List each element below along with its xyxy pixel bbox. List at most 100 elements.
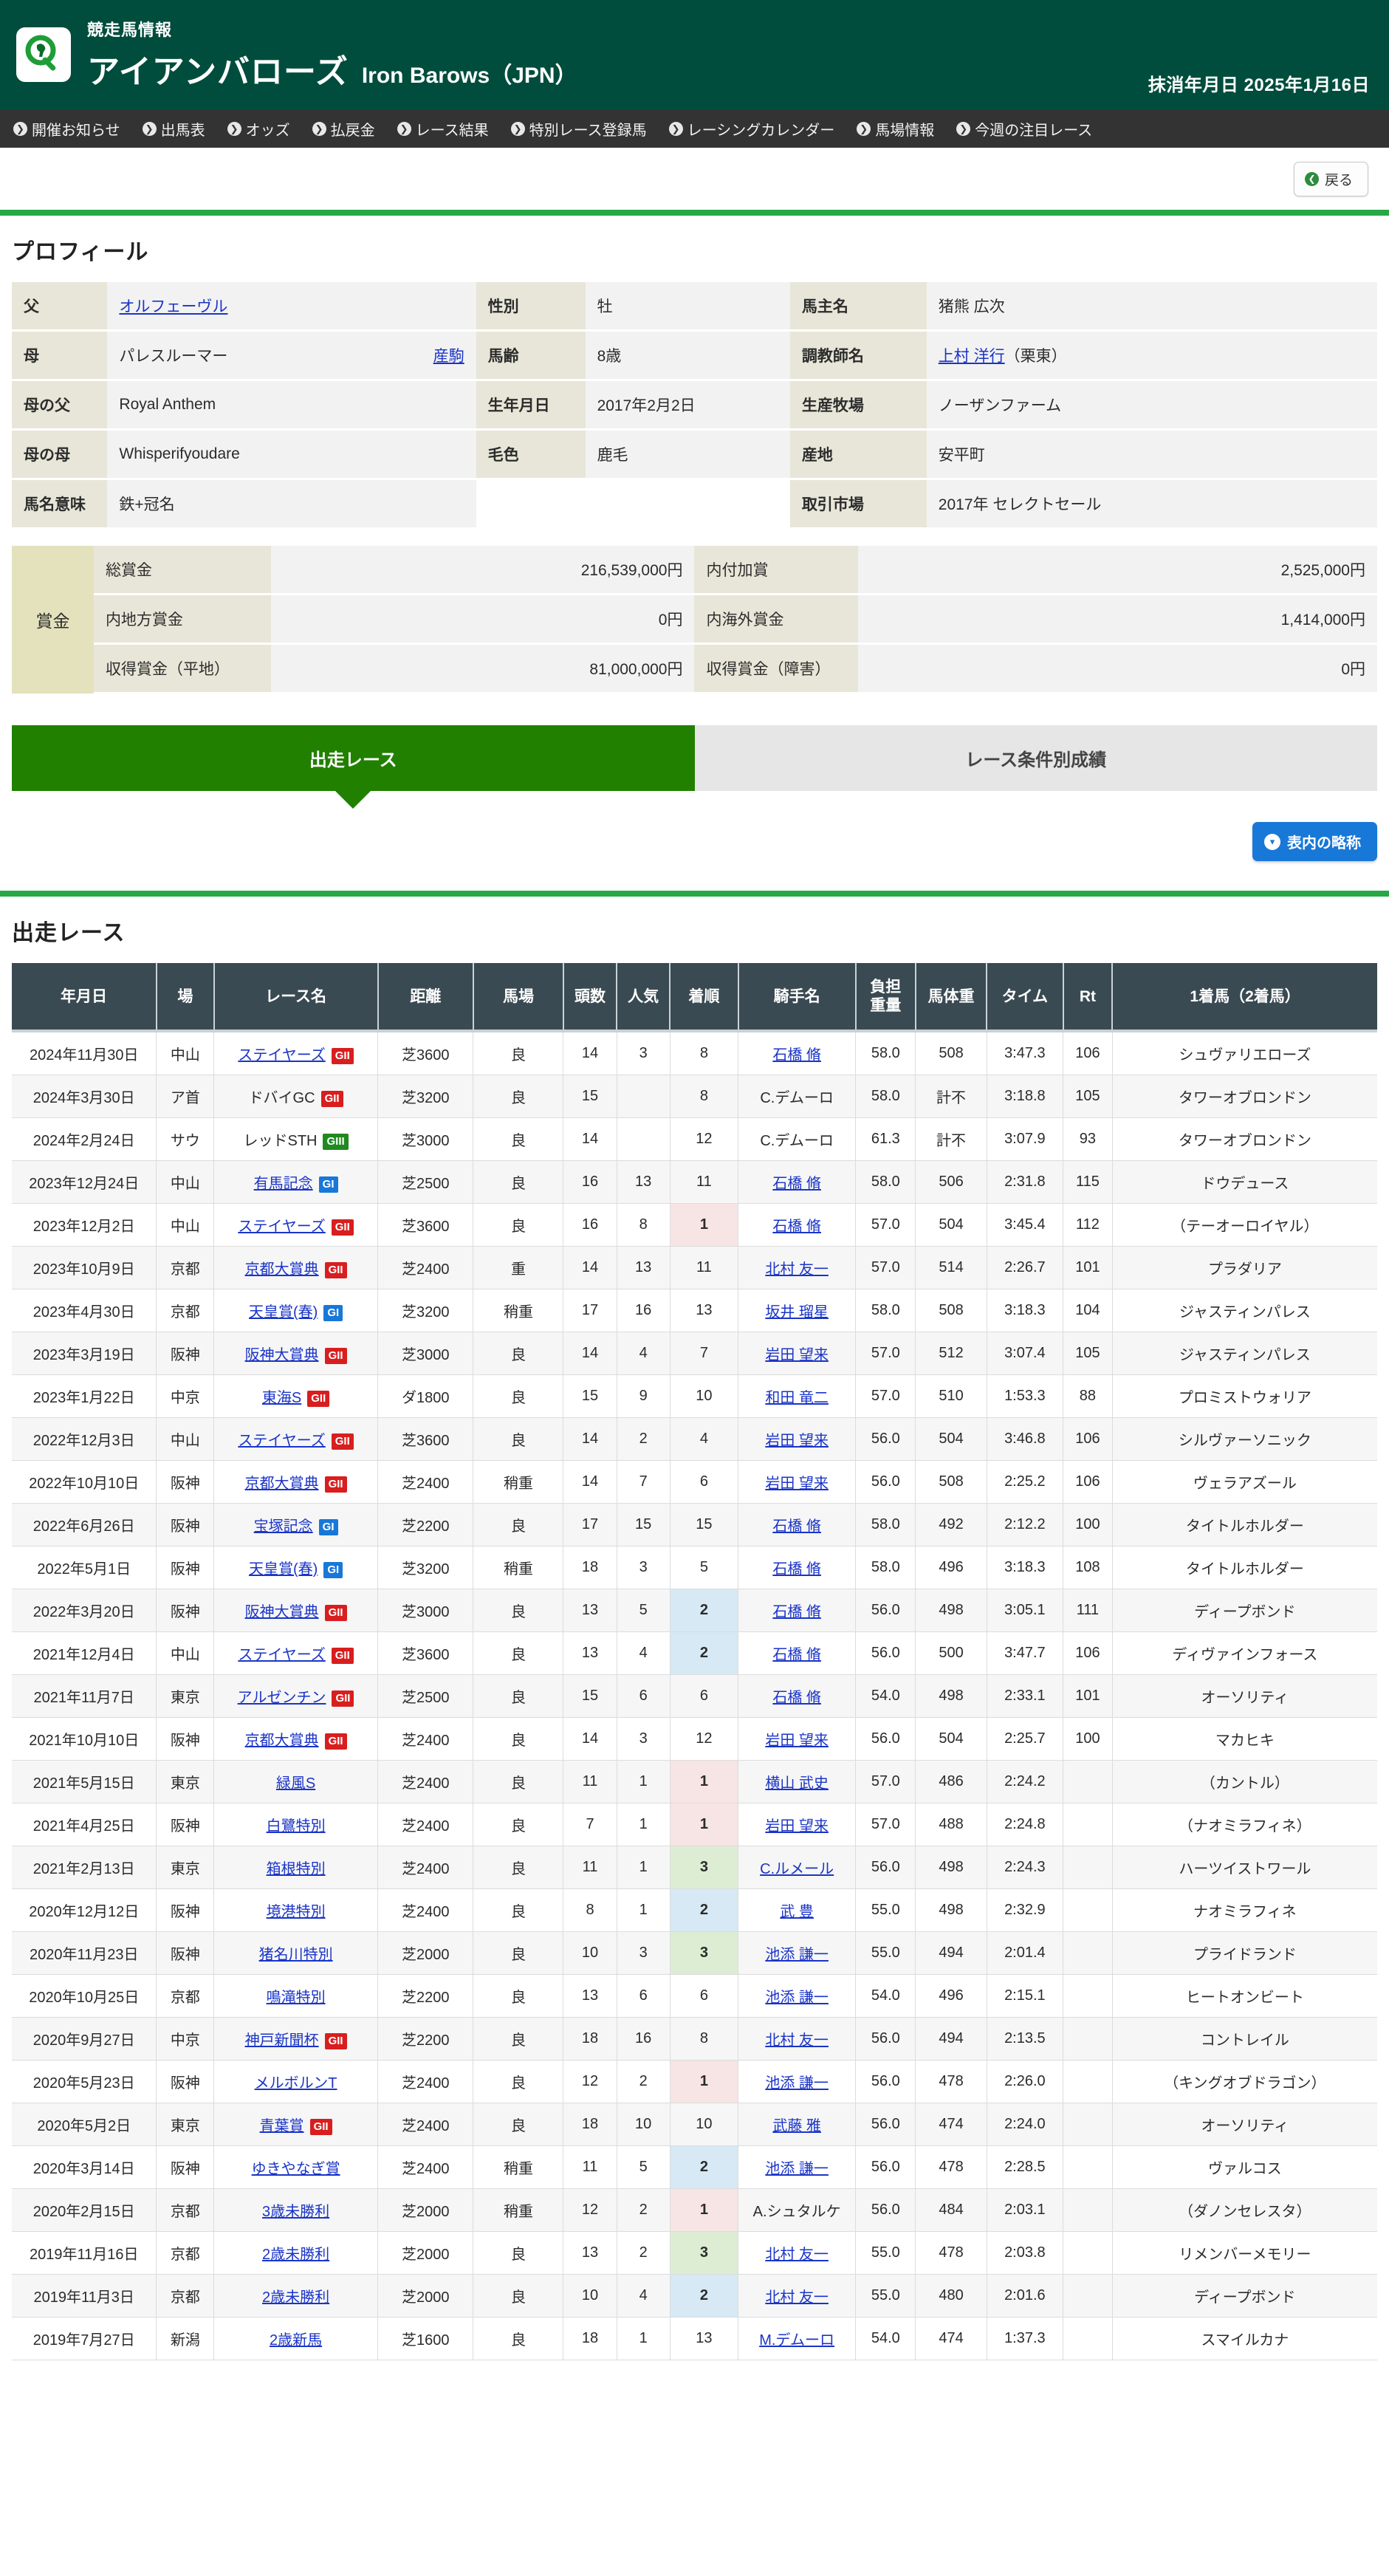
jockey-link[interactable]: 石橋 脩: [772, 1647, 821, 1663]
jockey-link[interactable]: 和田 竜二: [765, 1390, 829, 1406]
race-jockey-cell: 北村 友一: [738, 2231, 857, 2275]
jockey-link[interactable]: 岩田 望来: [765, 1347, 829, 1363]
jockey-link[interactable]: 池添 謙一: [765, 2075, 829, 2092]
race-name-link[interactable]: ステイヤーズ: [238, 1647, 325, 1663]
nav-item-7[interactable]: ❯ 馬場情報: [857, 118, 934, 140]
race-name-link[interactable]: 宝塚記念: [254, 1518, 313, 1535]
race-jockey-cell: 池添 謙一: [738, 2145, 857, 2190]
jockey-link[interactable]: M.デムーロ: [759, 2332, 834, 2349]
race-name-link[interactable]: ステイヤーズ: [238, 1219, 325, 1235]
nav-item-8[interactable]: ❯ 今週の注目レース: [956, 118, 1092, 140]
race-name-link[interactable]: 天皇賞(春): [249, 1304, 318, 1320]
race-field-size: 13: [563, 1974, 617, 2018]
race-name-link[interactable]: 阪神大賞典: [245, 1604, 319, 1620]
race-name-cell: ステイヤーズ GII: [213, 1203, 379, 1247]
race-distance: 芝2200: [377, 1974, 474, 2018]
offspring-link[interactable]: 産駒: [433, 344, 464, 366]
race-name-link[interactable]: 京都大賞典: [245, 1261, 319, 1278]
race-horse-weight: 512: [915, 1332, 987, 1376]
race-name-link[interactable]: 阪神大賞典: [245, 1347, 319, 1363]
nav-item-1[interactable]: ❯ 出馬表: [142, 118, 205, 140]
profile-value-text[interactable]: オルフェーヴル: [119, 295, 227, 317]
race-name-link[interactable]: 京都大賞典: [245, 1733, 319, 1749]
jockey-link[interactable]: 北村 友一: [765, 2032, 829, 2049]
race-name-link[interactable]: 東海S: [262, 1390, 301, 1406]
table-row: 2023年12月2日 中山 ステイヤーズ GII 芝3600 良 16 8 1 石橋 脩 57.0 5…: [12, 1203, 1377, 1247]
race-rating: 106: [1063, 1460, 1113, 1504]
jockey-link[interactable]: 石橋 脩: [772, 1690, 821, 1706]
race-name-link[interactable]: 2歳新馬: [270, 2332, 322, 2349]
race-name-link[interactable]: 箱根特別: [267, 1861, 326, 1877]
race-name-link[interactable]: 鳴滝特別: [267, 1990, 326, 2006]
jockey-link[interactable]: 岩田 望来: [765, 1733, 829, 1749]
race-name-link[interactable]: 2歳未勝利: [262, 2289, 329, 2306]
race-name-link[interactable]: 天皇賞(春): [249, 1561, 318, 1578]
jockey-link[interactable]: 北村 友一: [765, 1261, 829, 1278]
jockey-link[interactable]: 池添 謙一: [765, 1947, 829, 1963]
race-name-link[interactable]: メルボルンT: [255, 2075, 337, 2092]
race-name-cell: ステイヤーズ GII: [213, 1417, 379, 1462]
race-finish-position: 1: [670, 2060, 739, 2104]
jockey-link[interactable]: 石橋 脩: [772, 1219, 821, 1235]
race-time: 1:53.3: [987, 1374, 1064, 1419]
race-name-link[interactable]: 京都大賞典: [245, 1476, 319, 1492]
chevron-right-icon: ❯: [668, 121, 683, 136]
race-jockey-cell: 岩田 望来: [738, 1460, 857, 1504]
race-distance: 芝3200: [377, 1546, 474, 1590]
jockey-link[interactable]: 石橋 脩: [772, 1176, 821, 1192]
race-name-link[interactable]: アルゼンチン: [238, 1690, 326, 1706]
race-name-link[interactable]: 3歳未勝利: [262, 2204, 329, 2220]
nav-item-2[interactable]: ❯ オッズ: [227, 118, 290, 140]
nav-item-5[interactable]: ❯ 特別レース登録馬: [510, 118, 647, 140]
table-row: 2023年12月24日 中山 有馬記念 GI 芝2500 良 16 13 11 石橋 脩 58.0 5…: [12, 1160, 1377, 1205]
jockey-link[interactable]: 石橋 脩: [772, 1561, 821, 1578]
nav-item-6[interactable]: ❯ レーシングカレンダー: [668, 118, 834, 140]
profile-value-text[interactable]: 上村 洋行: [939, 348, 1005, 365]
table-abbreviations-button[interactable]: ▾ 表内の略称: [1252, 822, 1377, 861]
race-rating: 100: [1063, 1503, 1113, 1547]
horse-name-ja: アイアンバローズ: [87, 54, 349, 90]
tab-entered-races[interactable]: 出走レース: [12, 725, 695, 791]
jockey-link[interactable]: 石橋 脩: [772, 1047, 821, 1063]
jockey-link[interactable]: 北村 友一: [765, 2289, 829, 2306]
race-course: 阪神: [156, 1503, 215, 1547]
back-button[interactable]: ❮ 戻る: [1293, 161, 1368, 196]
jockey-link[interactable]: 横山 武史: [765, 1775, 829, 1792]
table-row: 2022年5月1日 阪神 天皇賞(春) GI 芝3200 稍重 18 3 5 石橋 脩 58.0 49…: [12, 1546, 1377, 1590]
nav-item-0[interactable]: ❯ 開催お知らせ: [13, 118, 120, 140]
nav-item-4[interactable]: ❯ レース結果: [397, 118, 489, 140]
jockey-link[interactable]: 岩田 望来: [765, 1818, 829, 1835]
jockey-link[interactable]: 石橋 脩: [772, 1518, 821, 1535]
jockey-link[interactable]: 池添 謙一: [765, 2161, 829, 2177]
race-name-link[interactable]: 有馬記念: [254, 1176, 313, 1192]
race-name-link[interactable]: 境港特別: [267, 1904, 326, 1920]
race-name-link[interactable]: ステイヤーズ: [238, 1433, 325, 1449]
jockey-link[interactable]: 岩田 望来: [765, 1476, 829, 1492]
jockey-link[interactable]: 石橋 脩: [772, 1604, 821, 1620]
race-time: 3:18.3: [987, 1546, 1064, 1590]
race-name-link[interactable]: 緑風S: [276, 1775, 315, 1792]
race-winner: ナオミラフィネ: [1112, 1888, 1377, 1933]
race-field-size: 14: [563, 1717, 617, 1761]
jockey-link[interactable]: 武 豊: [780, 1904, 814, 1920]
race-name-link[interactable]: ゆきやなぎ賞: [252, 2161, 340, 2177]
race-col-header-date: 年月日: [12, 963, 157, 1033]
jockey-link[interactable]: C.ルメール: [760, 1861, 834, 1877]
race-name-link[interactable]: 白鷺特別: [267, 1818, 326, 1835]
jockey-link[interactable]: 武藤 雅: [772, 2118, 821, 2134]
race-name-link[interactable]: 猪名川特別: [259, 1947, 333, 1963]
chevron-right-icon: ❯: [227, 121, 241, 136]
race-horse-weight: 478: [915, 2231, 987, 2275]
race-name-link[interactable]: ステイヤーズ: [238, 1047, 325, 1063]
jockey-link[interactable]: 北村 友一: [765, 2247, 829, 2263]
jockey-link[interactable]: 岩田 望来: [765, 1433, 829, 1449]
race-name-link[interactable]: 2歳未勝利: [262, 2247, 329, 2263]
tab-results-by-condition[interactable]: レース条件別成績: [694, 725, 1377, 791]
race-finish-position: 15: [670, 1503, 739, 1547]
race-name-link[interactable]: 青葉賞: [260, 2118, 304, 2134]
jockey-link[interactable]: 坂井 瑠星: [765, 1304, 829, 1320]
race-rating: [1063, 1760, 1113, 1804]
nav-item-3[interactable]: ❯ 払戻金: [312, 118, 375, 140]
jockey-link[interactable]: 池添 謙一: [765, 1990, 829, 2006]
race-name-link[interactable]: 神戸新聞杯: [245, 2032, 319, 2049]
